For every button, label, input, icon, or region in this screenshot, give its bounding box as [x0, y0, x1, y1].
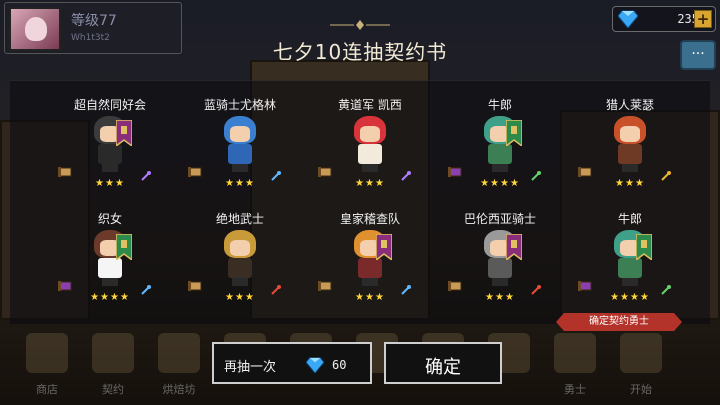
hero-card[interactable]: 猎人莱瑟 ★★★	[564, 96, 696, 214]
weapon-type-icon	[401, 285, 411, 295]
nav-item[interactable]: 契约	[82, 325, 144, 405]
weapon-type-icon	[271, 285, 281, 295]
weapon-type-icon	[141, 171, 151, 181]
draw-again-cost: 60	[332, 358, 347, 372]
hero-name: 巴伦西亚骑士	[463, 212, 536, 226]
weapon-type-icon	[531, 171, 541, 181]
nav-item[interactable]: 商店	[16, 325, 78, 405]
page-title: 七夕10连抽契约书	[272, 40, 448, 64]
class-banner-icon	[376, 234, 392, 260]
nav-item[interactable]: 勇士	[544, 325, 606, 405]
draw-again-button[interactable]: 再抽一次 60	[212, 342, 372, 384]
hero-card[interactable]: 皇家稽查队 ★★★	[304, 210, 436, 328]
weapon-type-icon	[141, 285, 151, 295]
weapon-type-icon	[661, 285, 671, 295]
weapon-type-icon	[401, 171, 411, 181]
nav-icon	[554, 333, 596, 373]
nav-label: 开始	[630, 383, 652, 396]
nav-label: 契约	[102, 383, 124, 396]
hero-name: 超自然同好会	[73, 98, 146, 112]
hero-card[interactable]: 蓝骑士尤格林 ★★★	[174, 96, 306, 214]
nav-label: 烘焙坊	[162, 383, 196, 396]
nav-icon	[26, 333, 68, 373]
hero-sprite	[220, 116, 260, 172]
hero-card[interactable]: 超自然同好会 ★★★	[44, 96, 176, 214]
hero-name: 猎人莱瑟	[605, 98, 654, 112]
class-banner-icon	[636, 234, 652, 260]
class-banner-icon	[506, 120, 522, 146]
nav-icon	[92, 333, 134, 373]
hero-card[interactable]: 绝地武士 ★★★	[174, 210, 306, 328]
gem-icon	[618, 10, 638, 28]
hero-name: 牛郎	[617, 212, 642, 226]
hero-sprite	[350, 116, 390, 172]
hero-card[interactable]: 牛郎 ★★★★	[434, 96, 566, 214]
contract-scroll-icon	[318, 167, 332, 177]
contract-scroll-icon	[188, 167, 202, 177]
player-level: 等级77	[71, 13, 117, 29]
contract-scroll-icon	[578, 281, 592, 291]
contract-scroll-icon	[578, 167, 592, 177]
confirm-label: 确定	[425, 357, 461, 378]
draw-again-label: 再抽一次	[224, 360, 277, 375]
contract-scroll-icon	[58, 167, 72, 177]
nav-label: 勇士	[564, 383, 586, 396]
class-banner-icon	[116, 120, 132, 146]
confirm-button[interactable]: 确定	[384, 342, 502, 384]
title-ornament-icon	[330, 20, 390, 30]
contract-scroll-icon	[448, 167, 462, 177]
contract-scroll-icon	[448, 281, 462, 291]
hero-sprite	[220, 230, 260, 286]
nav-icon	[620, 333, 662, 373]
hero-card[interactable]: 牛郎 ★★★★	[564, 210, 696, 328]
contract-scroll-icon	[318, 281, 332, 291]
hero-sprite	[610, 116, 650, 172]
nav-item[interactable]: 开始	[610, 325, 672, 405]
gem-icon	[306, 357, 324, 373]
gem-count: 235	[677, 12, 699, 26]
hero-name: 蓝骑士尤格林	[203, 98, 276, 112]
class-banner-icon	[506, 234, 522, 260]
nav-icon	[158, 333, 200, 373]
nav-label: 商店	[36, 383, 58, 396]
nav-item[interactable]: 烘焙坊	[148, 325, 210, 405]
hero-card[interactable]: 黄道军 凯西 ★★★	[304, 96, 436, 214]
add-gems-button[interactable]: +	[694, 10, 712, 28]
hero-card[interactable]: 巴伦西亚骑士 ★★★	[434, 210, 566, 328]
hero-name: 皇家稽查队	[339, 212, 400, 226]
hero-name: 牛郎	[487, 98, 512, 112]
class-banner-icon	[116, 234, 132, 260]
hero-name: 织女	[97, 212, 122, 226]
weapon-type-icon	[661, 171, 671, 181]
contract-scroll-icon	[188, 281, 202, 291]
contract-scroll-icon	[58, 281, 72, 291]
hero-name: 绝地武士	[215, 212, 264, 226]
weapon-type-icon	[271, 171, 281, 181]
hero-name: 黄道军 凯西	[338, 98, 402, 112]
weapon-type-icon	[531, 285, 541, 295]
gem-counter: 235 +	[612, 6, 716, 32]
hero-card[interactable]: 织女 ★★★★	[44, 210, 176, 328]
